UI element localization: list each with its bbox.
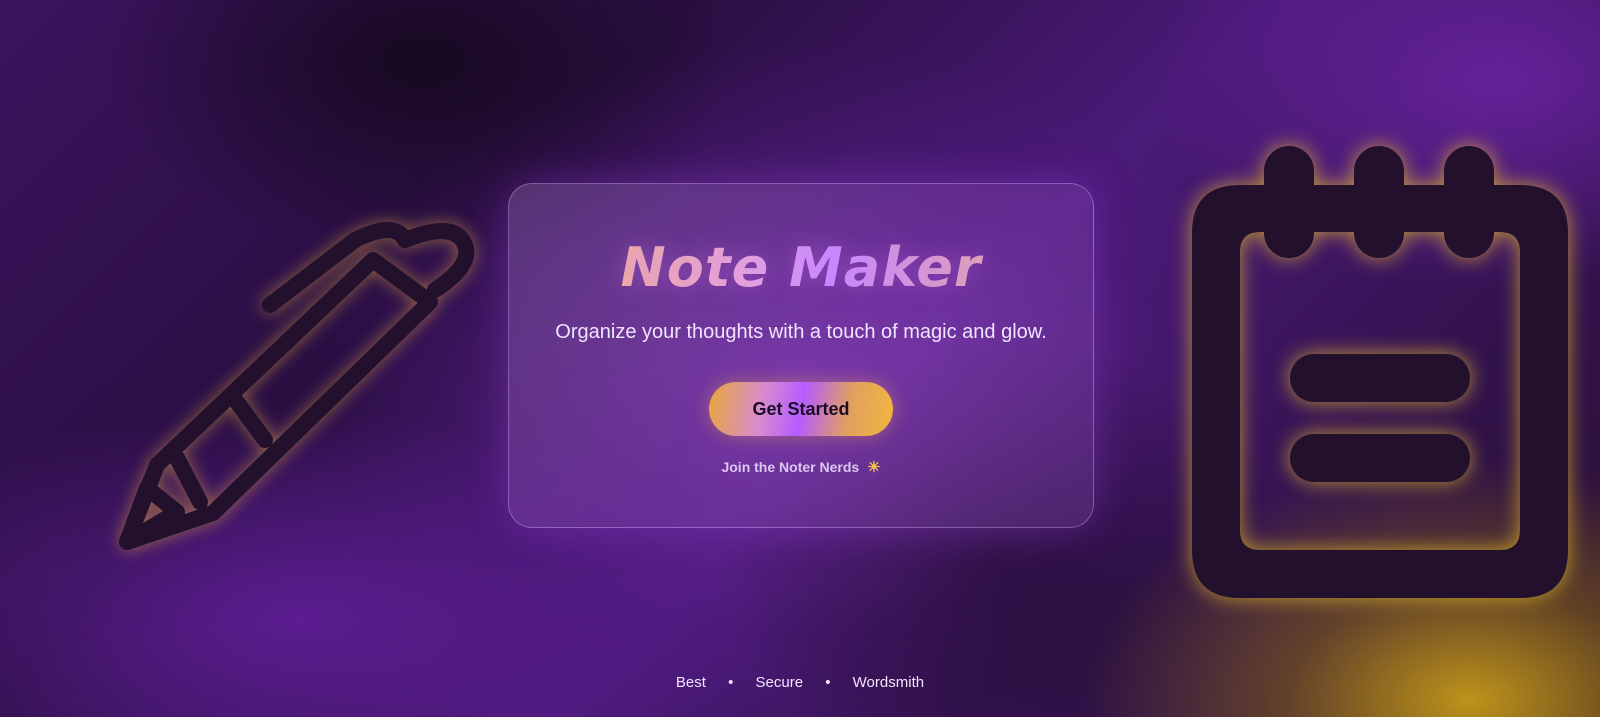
notepad-icon: [1192, 146, 1568, 598]
footer-separator: •: [728, 674, 734, 691]
footer: Best • Secure • Wordsmith: [0, 674, 1600, 691]
sun-icon: ☀: [867, 459, 881, 476]
tagline: Join the Noter Nerds ☀: [509, 458, 1093, 476]
pen-icon: [119, 222, 475, 550]
hero-subtitle: Organize your thoughts with a touch of m…: [555, 321, 1047, 343]
footer-separator: •: [825, 674, 831, 691]
footer-item-best: Best: [675, 674, 706, 691]
get-started-button[interactable]: Get Started: [709, 382, 893, 436]
tagline-text: Join the Noter Nerds: [721, 459, 860, 475]
footer-item-secure: Secure: [755, 674, 804, 691]
app-title: Note Maker: [509, 236, 1093, 299]
hero-card: Note Maker Organize your thoughts with a…: [508, 183, 1094, 528]
footer-item-wordsmith: Wordsmith: [852, 674, 925, 691]
